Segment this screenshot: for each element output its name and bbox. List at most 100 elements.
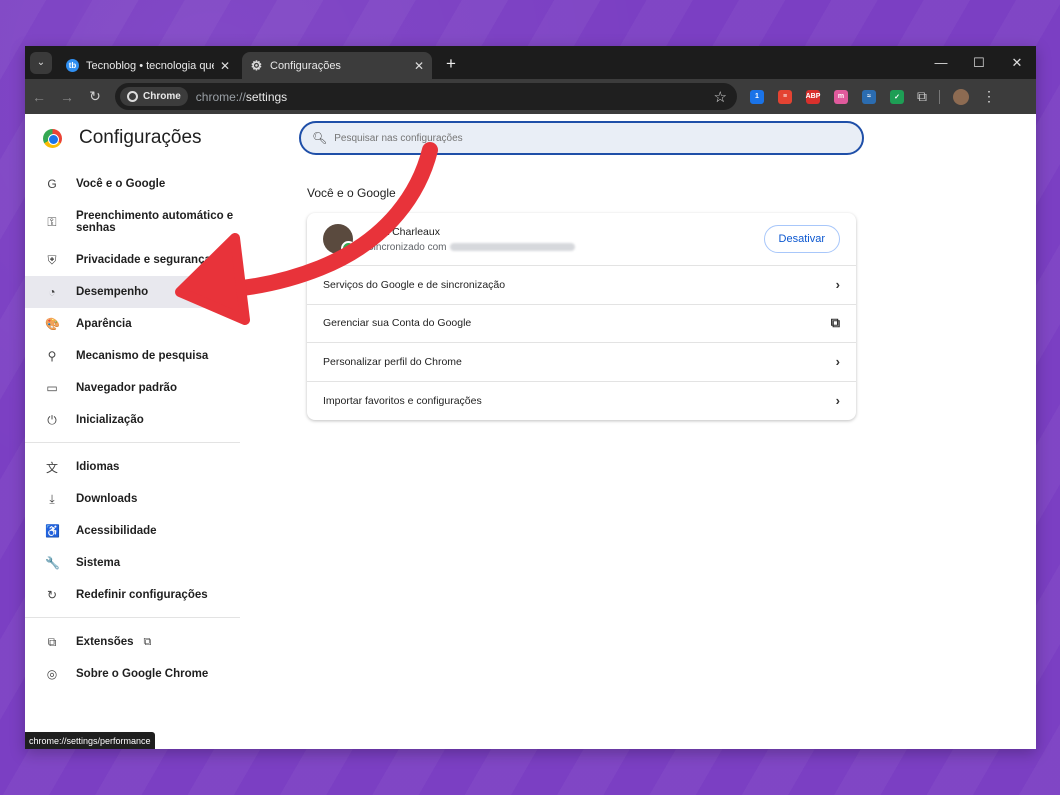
maximize-icon[interactable]: ☐ [960, 46, 998, 79]
1password-icon[interactable]: 1 [750, 89, 764, 104]
appearance-icon: 🎨 [45, 317, 60, 331]
sidebar-item-on-startup[interactable]: ⏻ Inicialização [25, 404, 240, 436]
sidebar-divider [25, 442, 240, 443]
privacy-icon: ⛨ [47, 252, 57, 267]
redacted-email [450, 242, 576, 251]
chevron-right-icon: › [835, 393, 840, 409]
tab-search-button[interactable]: ⌄ [30, 51, 52, 74]
reload-icon[interactable]: ↻ [81, 88, 109, 105]
tab-tecnoblog[interactable]: tb Tecnoblog • tecnologia que inte ✕ [58, 52, 238, 79]
sidebar-item-label: Desempenho [76, 286, 149, 298]
extension-m-icon[interactable]: m [834, 89, 848, 104]
tab-strip: ⌄ tb Tecnoblog • tecnologia que inte ✕ ⚙… [25, 46, 1036, 79]
card-row-label: Personalizar perfil do Chrome [323, 355, 462, 368]
adblock-icon[interactable]: ABP [806, 89, 820, 104]
search-input[interactable] [334, 132, 815, 144]
reset-icon: ↻ [46, 588, 58, 602]
extension-lines-icon[interactable]: ≈ [862, 89, 876, 104]
extensions-area: 1 ≡ ABP m ≈ ✓ [743, 89, 911, 104]
settings-sidebar: Configurações G Você e o Google ⚿ Preenchim… [25, 114, 240, 749]
sidebar-item-label: Acessibilidade [76, 525, 157, 537]
autofill-icon: ⚿ [47, 215, 57, 229]
sidebar-item-default-browser[interactable]: ▭ Navegador padrão [25, 372, 240, 404]
card-row[interactable]: Personalizar perfil do Chrome › [307, 343, 856, 382]
about-icon: ◎ [46, 667, 58, 681]
chrome-logo-icon [43, 128, 62, 148]
sidebar-item-label: Preenchimento automático e senhas [76, 210, 234, 234]
sidebar-item-label: Aparência [76, 318, 132, 330]
menu-kebab-icon[interactable]: ⋮ [982, 88, 996, 105]
tab-settings[interactable]: ⚙ Configurações ✕ [242, 52, 432, 79]
browser-window: ⌄ tb Tecnoblog • tecnologia que inte ✕ ⚙… [25, 46, 1036, 749]
card-row[interactable]: Serviços do Google e de sincronização › [307, 266, 856, 305]
card-row[interactable]: Importar favoritos e configurações › [307, 382, 856, 421]
sidebar-item-label: Mecanismo de pesquisa [76, 350, 209, 362]
sidebar-item-accessibility[interactable]: ♿ Acessibilidade [25, 515, 240, 547]
sidebar-item-label: Privacidade e segurança [76, 254, 211, 266]
profile-row: …pa Charleaux Sincronizado com Desativar [307, 213, 856, 266]
back-icon[interactable]: ← [25, 89, 53, 105]
card-rows: Serviços do Google e de sincronização › Ge… [307, 266, 856, 420]
search-box[interactable]: 🔍︎ [299, 121, 864, 155]
sidebar-item-performance[interactable]: ◔ Desempenho [25, 276, 240, 308]
extension-shield-icon[interactable]: ✓ [890, 89, 904, 104]
avatar [323, 224, 356, 256]
toolbar-separator [939, 89, 940, 104]
sidebar-item-system[interactable]: 🔧 Sistema [25, 547, 240, 579]
close-tab-icon[interactable]: ✕ [220, 59, 230, 73]
extensions-icon: ⧉ [47, 634, 57, 649]
card-row-label: Importar favoritos e configurações [323, 394, 482, 407]
sidebar-item-label: Downloads [76, 493, 138, 505]
forward-icon[interactable]: → [53, 89, 81, 105]
close-tab-icon[interactable]: ✕ [414, 59, 424, 73]
sidebar-item-label: Extensões [76, 636, 134, 648]
chip-label: Chrome [143, 91, 181, 102]
bookmark-star-icon[interactable]: ☆ [714, 88, 727, 106]
languages-icon: 文 [45, 460, 58, 475]
card-row-label: Serviços do Google e de sincronização [323, 278, 506, 291]
chrome-chip[interactable]: Chrome [120, 87, 188, 106]
sidebar-item-label: Sobre o Google Chrome [76, 668, 209, 680]
sidebar-item-label: Idiomas [76, 461, 120, 473]
on-startup-icon: ⏻ [47, 412, 57, 427]
sidebar-item-reset[interactable]: ↻ Redefinir configurações [25, 579, 240, 611]
open-in-new-icon: ⧉ [143, 635, 152, 648]
close-window-icon[interactable]: ✕ [998, 46, 1036, 79]
new-tab-button[interactable]: + [446, 54, 456, 74]
sidebar-item-search-engine[interactable]: ⚲ Mecanismo de pesquisa [25, 340, 240, 372]
chevron-right-icon: › [835, 277, 840, 293]
sync-label: Sincronizado com [367, 241, 447, 253]
url-text[interactable]: chrome://settings [196, 90, 714, 104]
default-browser-icon: ▭ [46, 381, 58, 395]
search-icon: 🔍︎ [312, 131, 328, 145]
settings-page: Configurações G Você e o Google ⚿ Preenchim… [25, 114, 1036, 749]
sidebar-item-downloads[interactable]: ⤓ Downloads [25, 483, 240, 515]
card-row[interactable]: Gerenciar sua Conta do Google ⧉ [307, 305, 856, 343]
window-controls: — ☐ ✕ [922, 46, 1036, 79]
sidebar-item-autofill[interactable]: ⚿ Preenchimento automático e senhas [25, 200, 240, 244]
sidebar-item-about[interactable]: ◎ Sobre o Google Chrome [25, 658, 240, 690]
accessibility-icon: ♿ [45, 524, 60, 538]
extensions-puzzle-icon[interactable]: ⧉ [911, 88, 933, 105]
system-icon: 🔧 [45, 556, 60, 570]
profile-name: …pa Charleaux [367, 225, 440, 238]
url-host: settings [245, 89, 288, 104]
sidebar-item-extensions[interactable]: ⧉ Extensões ⧉ [25, 626, 240, 658]
profile-text: …pa Charleaux Sincronizado com [367, 226, 764, 253]
profile-sync-status: Sincronizado com [367, 242, 764, 253]
sidebar-item-languages[interactable]: 文 Idiomas [25, 451, 240, 483]
turn-off-sync-button[interactable]: Desativar [763, 225, 840, 253]
sidebar-item-you-and-google[interactable]: G Você e o Google [25, 168, 240, 200]
gear-icon: ⚙ [250, 57, 263, 73]
sidebar-item-privacy[interactable]: ⛨ Privacidade e segurança [25, 244, 240, 276]
card-row-label: Gerenciar sua Conta do Google [323, 317, 472, 330]
settings-header: Configurações [43, 127, 202, 149]
you-and-google-card: …pa Charleaux Sincronizado com Desativar… [307, 213, 856, 420]
sidebar-item-appearance[interactable]: 🎨 Aparência [25, 308, 240, 340]
profile-avatar-icon[interactable] [953, 88, 969, 105]
sidebar-item-label: Sistema [76, 557, 121, 569]
address-bar[interactable]: Chrome chrome://settings ☆ [115, 83, 737, 110]
todoist-icon[interactable]: ≡ [778, 89, 792, 104]
minimize-icon[interactable]: — [922, 46, 960, 79]
open-in-new-icon: ⧉ [830, 315, 840, 331]
